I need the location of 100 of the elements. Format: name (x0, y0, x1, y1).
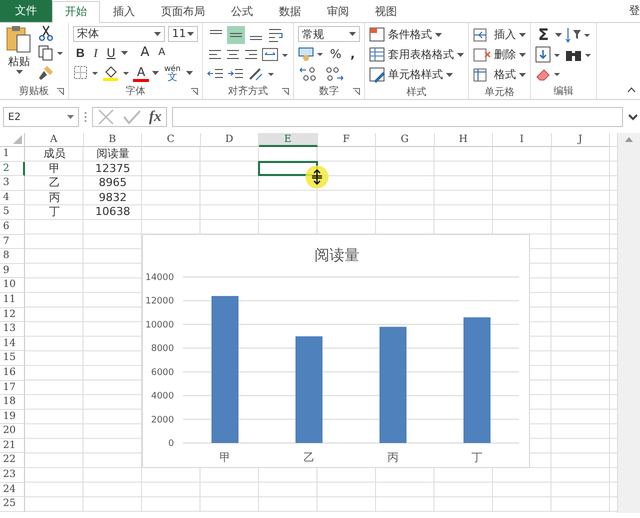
cells-menu-button[interactable]: 删除 (473, 45, 526, 64)
currency-icon[interactable] (298, 46, 324, 62)
text-orientation-icon[interactable] (247, 66, 275, 82)
autosum-button[interactable]: Σ (535, 26, 552, 44)
row-header[interactable]: 6 (0, 220, 25, 235)
group-label: 单元格 (484, 86, 514, 98)
column-header[interactable]: F (318, 133, 376, 147)
merge-cells-icon[interactable] (261, 47, 289, 63)
row-header[interactable]: 7 (0, 234, 25, 250)
dialog-launcher-icon[interactable] (353, 88, 360, 95)
vertical-scrollbar[interactable] (617, 133, 640, 513)
caret-icon (457, 52, 464, 56)
styles-menu-button[interactable]: 条件格式 (369, 25, 464, 44)
ribbon-tab[interactable]: 数据 (266, 1, 314, 22)
increase-indent-icon[interactable] (227, 67, 245, 81)
sort-filter-icon[interactable] (564, 26, 591, 44)
ribbon-tab[interactable]: 视图 (362, 1, 410, 22)
row-header[interactable]: 13 (0, 322, 25, 337)
ribbon-tab[interactable]: 审阅 (314, 1, 362, 22)
comma-style-button[interactable]: , (347, 45, 358, 63)
wrap-text-icon[interactable] (267, 27, 285, 43)
column-header[interactable]: E (259, 133, 318, 147)
font-color-button[interactable]: A (133, 64, 150, 82)
dialog-launcher-icon[interactable] (57, 88, 64, 95)
copy-icon[interactable] (38, 45, 64, 61)
sign-in-link[interactable]: 登 (629, 3, 640, 22)
row-header[interactable]: 4 (0, 190, 25, 206)
row-header[interactable]: 9 (0, 264, 25, 278)
column-header[interactable]: G (376, 133, 434, 147)
format-painter-icon[interactable] (38, 65, 54, 81)
column-header[interactable]: I (493, 133, 552, 147)
row-header[interactable]: 2 (0, 162, 25, 176)
align-center-icon[interactable] (225, 48, 241, 62)
column-header[interactable]: B (84, 133, 142, 147)
column-header[interactable]: A (25, 133, 84, 147)
axis-tick-label: 4000 (151, 392, 174, 402)
vertical-align-icon[interactable] (227, 26, 245, 44)
collapse-ribbon-icon[interactable] (627, 87, 636, 93)
font-style-button[interactable]: U (104, 44, 118, 62)
ribbon-tab[interactable]: 插入 (100, 1, 148, 22)
row-header[interactable]: 14 (0, 336, 25, 352)
borders-icon[interactable] (73, 65, 99, 82)
styles-menu-button[interactable]: 单元格样式 (369, 65, 464, 84)
shrink-font-button[interactable]: A (155, 44, 168, 62)
cells-menu-button[interactable]: 格式 (473, 65, 526, 84)
column-header[interactable]: C (142, 133, 200, 147)
row-header[interactable]: 19 (0, 410, 25, 424)
row-header[interactable]: 23 (0, 468, 25, 483)
column-header[interactable]: H (434, 133, 493, 147)
row-header[interactable]: 12 (0, 308, 25, 322)
font-style-button[interactable]: B (73, 44, 88, 62)
chart-background[interactable]: 阅读量 0 2000 4000 6000 8000 10000 12000 14000 甲 乙 丙 丁 (142, 234, 530, 468)
formula-input[interactable] (172, 107, 623, 127)
font-style-button[interactable]: I (90, 44, 101, 62)
styles-menu-button[interactable]: 套用表格格式 (369, 45, 464, 64)
row-header[interactable]: 16 (0, 366, 25, 380)
caret-icon[interactable] (186, 71, 193, 76)
column-header[interactable]: J (552, 133, 610, 147)
decrease-indent-icon[interactable] (207, 67, 225, 81)
category-label: 乙 (304, 451, 314, 464)
fill-color-icon[interactable] (102, 64, 130, 82)
row-header[interactable]: 8 (0, 249, 25, 264)
row-header[interactable]: 17 (0, 380, 25, 396)
expand-icon[interactable] (628, 114, 638, 120)
row-header[interactable]: 24 (0, 482, 25, 498)
cells-menu-button[interactable]: 插入 (473, 25, 526, 44)
percent-button[interactable]: % (327, 45, 344, 63)
row-header[interactable]: 3 (0, 176, 25, 191)
font-name-field[interactable]: 宋体 (73, 26, 165, 42)
ribbon-tab[interactable]: 公式 (218, 1, 266, 22)
row-header[interactable]: 1 (0, 147, 25, 162)
row-header[interactable]: 20 (0, 424, 25, 439)
caret-icon[interactable] (152, 71, 160, 76)
fill-down-icon[interactable] (535, 46, 561, 64)
dialog-launcher-icon[interactable] (191, 88, 198, 95)
grow-font-button[interactable]: A (137, 44, 152, 62)
row-header[interactable]: 15 (0, 351, 25, 366)
caret-icon[interactable] (554, 32, 562, 37)
row-header[interactable]: 21 (0, 438, 25, 454)
name-box[interactable]: E2 (3, 107, 79, 127)
row-header[interactable]: 25 (0, 497, 25, 512)
row-header[interactable]: 22 (0, 453, 25, 468)
row-header[interactable]: 18 (0, 395, 25, 410)
column-header[interactable]: D (200, 133, 259, 147)
ribbon-tab[interactable]: 页面布局 (148, 1, 218, 22)
styles-icon (369, 46, 385, 62)
ribbon-tab[interactable]: 文件 (0, 0, 52, 22)
font-size-field[interactable]: 11 (168, 26, 198, 42)
caret-icon[interactable] (121, 50, 128, 55)
insert-function-button[interactable]: fx (149, 108, 162, 126)
paste-button[interactable]: 粘贴 (4, 25, 34, 74)
number-format-field[interactable]: 常规 (298, 26, 360, 42)
ribbon-tab[interactable]: 开始 (52, 1, 100, 23)
scissors-icon[interactable] (38, 25, 54, 41)
dialog-launcher-icon[interactable] (282, 88, 289, 95)
align-right-icon[interactable] (243, 48, 259, 62)
align-left-icon[interactable] (207, 48, 223, 62)
row-header[interactable]: 11 (0, 292, 25, 308)
phonetic-button[interactable]: wén 文 (162, 64, 183, 82)
row-header[interactable]: 10 (0, 278, 25, 293)
